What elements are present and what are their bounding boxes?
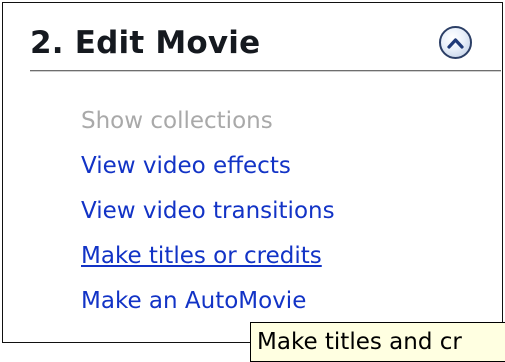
list-item: View video transitions [81,194,335,239]
task-make-an-automovie[interactable]: Make an AutoMovie [81,288,306,314]
header-divider [30,70,501,72]
task-view-video-transitions[interactable]: View video transitions [81,198,335,224]
panel-title: 2. Edit Movie [30,25,261,61]
task-pane: 2. Edit Movie Show collections View vide… [2,2,503,343]
tooltip: Make titles and cr [250,322,505,362]
chevron-up-icon [447,37,464,49]
task-make-titles-or-credits[interactable]: Make titles or credits [81,243,322,269]
task-view-video-effects[interactable]: View video effects [81,153,291,179]
panel-header: 2. Edit Movie [30,21,495,73]
collapse-button[interactable] [439,26,472,59]
list-item: Show collections [81,104,335,149]
list-item: View video effects [81,149,335,194]
task-list: Show collections View video effects View… [81,104,335,329]
task-show-collections: Show collections [81,108,273,134]
list-item: Make titles or credits [81,239,335,284]
